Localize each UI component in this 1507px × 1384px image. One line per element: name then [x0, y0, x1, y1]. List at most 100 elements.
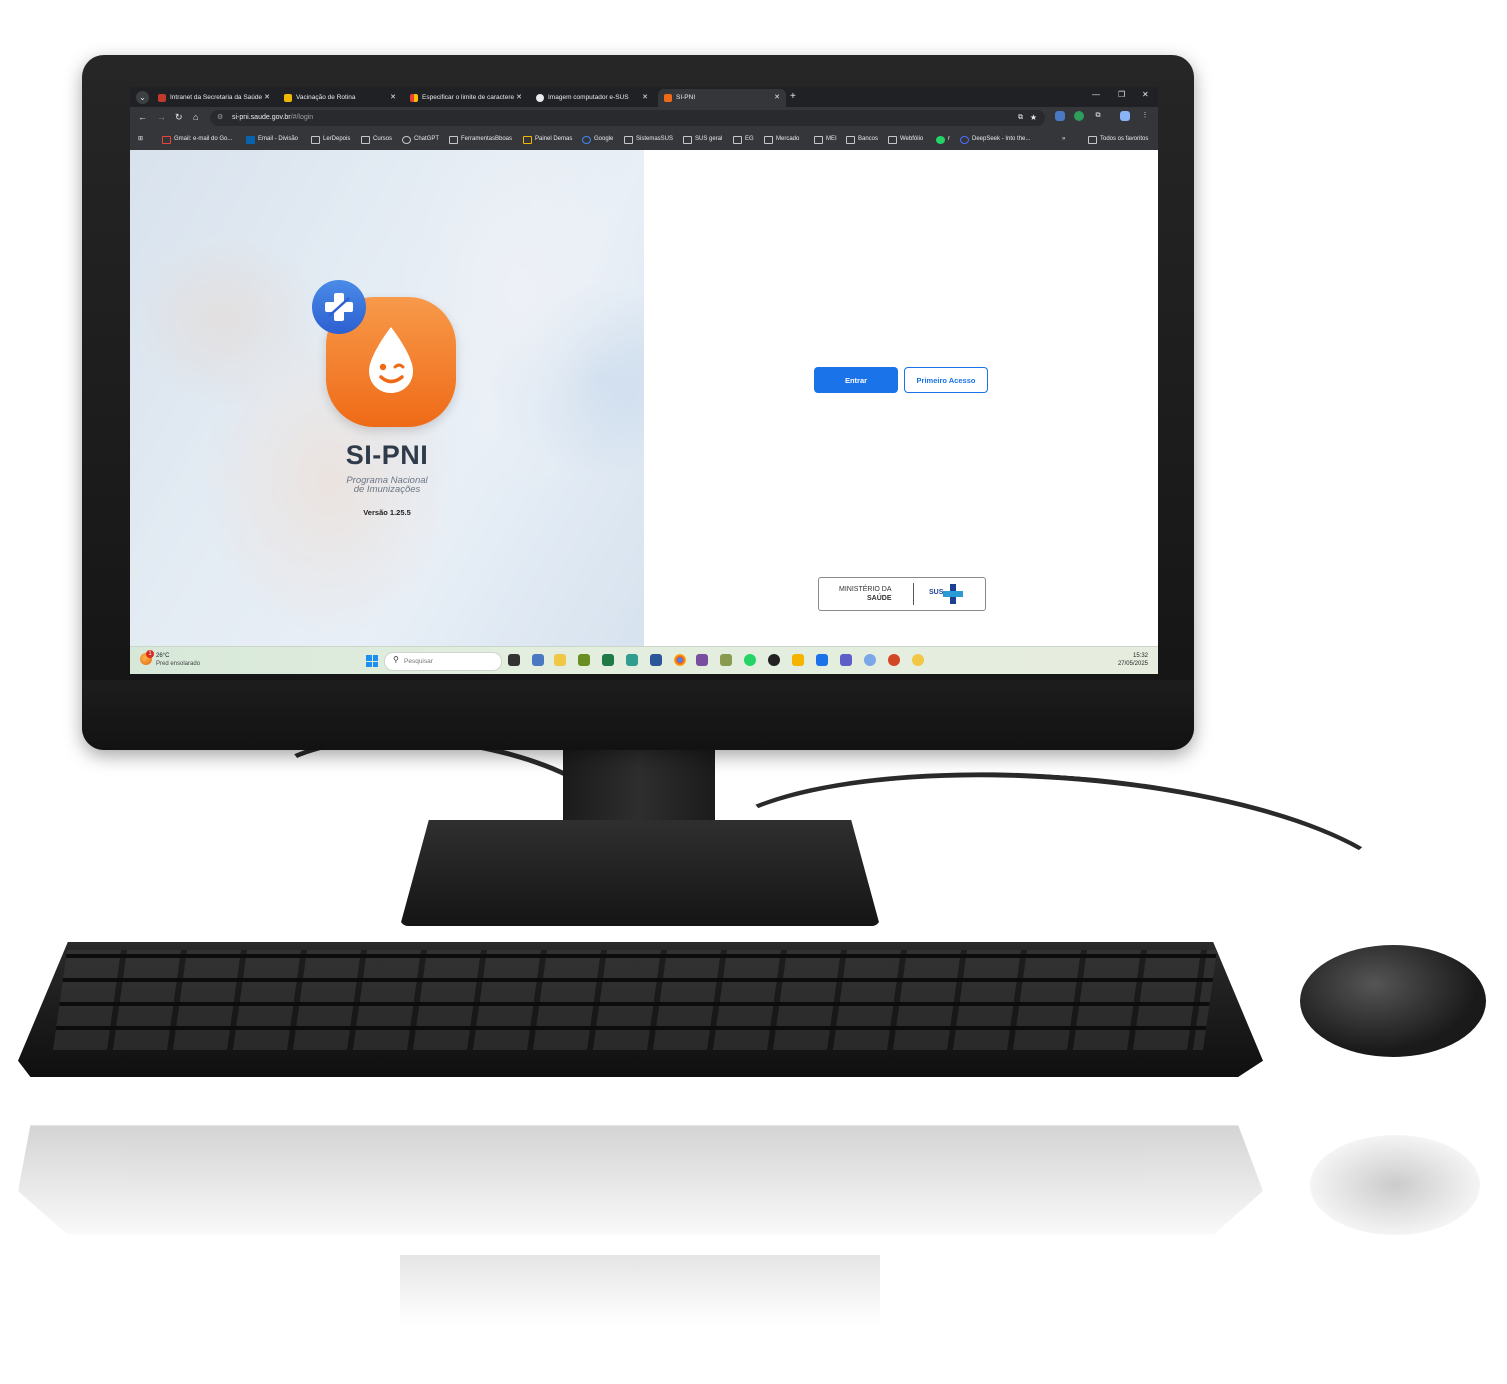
- app-subtitle: Programa Nacional de Imunizações: [130, 476, 644, 495]
- app-subtitle-line2: de Imunizações: [353, 484, 421, 495]
- sticky-notes-icon[interactable]: [792, 654, 804, 666]
- extension-translate-icon[interactable]: [1055, 111, 1065, 121]
- windows-start-icon[interactable]: [366, 655, 378, 667]
- folder-icon: [683, 135, 692, 144]
- sus-label: SUS: [929, 589, 944, 596]
- profile-avatar[interactable]: [1120, 111, 1130, 121]
- menu-kebab-icon[interactable]: ⋮: [1140, 111, 1150, 121]
- bookmark-folder-bancos[interactable]: Bancos: [846, 129, 878, 151]
- reload-icon[interactable]: ↻: [175, 112, 183, 123]
- teams-icon[interactable]: [840, 654, 852, 666]
- close-window-icon[interactable]: ✕: [1142, 90, 1149, 99]
- extensions-puzzle-icon[interactable]: ⧉: [1093, 111, 1103, 121]
- mouse: [1300, 945, 1486, 1057]
- intranet-icon: [158, 94, 166, 102]
- sipni-icon: [664, 94, 672, 102]
- folder-icon: [764, 135, 773, 144]
- tab-especificar[interactable]: Especificar o limite de caractere ✕: [404, 89, 528, 107]
- word-icon[interactable]: [650, 654, 662, 666]
- bookmark-email-divisao[interactable]: Email - Divisão: [246, 129, 298, 151]
- bookmark-folder-lerdepois[interactable]: LerDepois: [311, 129, 350, 151]
- bookmark-folder-susgeral[interactable]: SUS geral: [683, 129, 722, 151]
- github-icon[interactable]: [768, 654, 780, 666]
- bookmark-whatsapp[interactable]: r: [936, 129, 950, 151]
- photos-icon[interactable]: [696, 654, 708, 666]
- bookmarks-bar: ⊞ Gmail: e-mail do Go... Email - Divisão…: [130, 129, 1158, 151]
- whatsapp-icon[interactable]: [744, 654, 756, 666]
- notes-icon[interactable]: [720, 654, 732, 666]
- enter-button[interactable]: Entrar: [814, 367, 898, 393]
- weather-description[interactable]: Pred ensolarado: [156, 661, 200, 667]
- file-explorer-icon[interactable]: [554, 654, 566, 666]
- chatgpt-icon: [536, 94, 544, 102]
- bookmark-folder-ferramentas[interactable]: FerramentasBboas: [449, 129, 512, 151]
- clock-date[interactable]: 27/05/2025: [1118, 661, 1148, 667]
- first-access-button[interactable]: Primeiro Acesso: [904, 367, 988, 393]
- apps-grid-icon[interactable]: ⊞: [138, 129, 143, 150]
- cast-icon[interactable]: ⧉: [1018, 110, 1023, 126]
- sipni-logo: [310, 280, 470, 427]
- new-tab-button[interactable]: +: [790, 89, 796, 105]
- edge-icon[interactable]: [626, 654, 638, 666]
- bookmark-folder-all-favorites[interactable]: Todos os favoritos: [1088, 129, 1148, 151]
- bookmarks-overflow-button[interactable]: »: [1062, 129, 1065, 150]
- bookmark-folder-mei[interactable]: MEI: [814, 129, 837, 151]
- url-path: /#/login: [290, 114, 314, 121]
- forward-icon[interactable]: →: [157, 112, 166, 122]
- bookmark-gmail[interactable]: Gmail: e-mail do Go...: [162, 129, 232, 151]
- app-title: SI-PNI: [345, 440, 429, 470]
- taskbar-search-input[interactable]: [404, 655, 494, 667]
- copilot-icon[interactable]: [864, 654, 876, 666]
- folder-icon: [1088, 135, 1097, 144]
- tab-intranet[interactable]: Intranet da Secretaria da Saúde ✕: [152, 89, 276, 107]
- outlook-icon[interactable]: [532, 654, 544, 666]
- tab-search-button[interactable]: ⌄: [136, 91, 149, 104]
- sus-cross-icon: [943, 584, 963, 604]
- folder-icon: [311, 135, 320, 144]
- site-info-icon[interactable]: ⚙: [217, 110, 223, 126]
- home-icon[interactable]: ⌂: [193, 112, 198, 122]
- bookmark-folder-eg[interactable]: EG: [733, 129, 754, 151]
- monitor-screen: ⌄ Intranet da Secretaria da Saúde ✕ Vaci…: [130, 87, 1158, 674]
- powerpoint-icon[interactable]: [888, 654, 900, 666]
- bookmark-star-icon[interactable]: ★: [1030, 110, 1037, 126]
- minimize-icon[interactable]: —: [1092, 90, 1100, 99]
- task-view-icon[interactable]: [508, 654, 520, 666]
- taskbar-search[interactable]: ⚲: [384, 652, 502, 671]
- bookmark-painel-demas[interactable]: Painel Demas: [523, 129, 572, 151]
- sheet-icon: [410, 94, 418, 102]
- close-tab-icon[interactable]: ✕: [642, 89, 648, 107]
- folder-icon: [888, 135, 897, 144]
- bookmark-folder-sistemassus[interactable]: SistemasSUS: [624, 129, 673, 151]
- bookmark-deepseek[interactable]: DeepSeek - Into the...: [960, 129, 1030, 151]
- excel-icon[interactable]: [602, 654, 614, 666]
- bookmark-google[interactable]: Google: [582, 129, 613, 151]
- chrome-icon[interactable]: [674, 654, 686, 666]
- close-tab-icon[interactable]: ✕: [390, 89, 396, 107]
- login-panel: Entrar Primeiro Acesso MINISTÉRIO DA SAÚ…: [644, 150, 1158, 646]
- bookmark-folder-webfolio[interactable]: Webfólio: [888, 129, 923, 151]
- stand-reflection: [400, 1255, 880, 1325]
- close-tab-icon[interactable]: ✕: [516, 89, 522, 107]
- ministry-line1: MINISTÉRIO DA: [839, 586, 892, 593]
- address-bar[interactable]: ⚙ si-pni.saude.gov.br/#/login ⧉ ★: [210, 110, 1045, 126]
- store-icon[interactable]: [578, 654, 590, 666]
- close-tab-icon[interactable]: ✕: [264, 89, 270, 107]
- bookmark-folder-cursos[interactable]: Cursos: [361, 129, 392, 151]
- outlook-icon: [246, 135, 255, 144]
- weather-temperature[interactable]: 26°C: [156, 653, 169, 659]
- close-tab-icon[interactable]: ✕: [774, 89, 780, 107]
- clock-time[interactable]: 15:32: [1133, 653, 1148, 659]
- tab-sipni[interactable]: SI-PNI ✕: [658, 89, 786, 107]
- bookmark-chatgpt[interactable]: ChatGPT: [402, 129, 439, 151]
- page-content: SI-PNI Programa Nacional de Imunizações …: [130, 150, 1158, 646]
- bookmark-folder-mercado[interactable]: Mercado: [764, 129, 799, 151]
- app-version: Versão 1.25.5: [363, 508, 411, 517]
- extension-green-icon[interactable]: [1074, 111, 1084, 121]
- tab-vacinacao[interactable]: Vacinação de Rotina ✕: [278, 89, 402, 107]
- back-icon[interactable]: ←: [138, 112, 147, 122]
- restore-icon[interactable]: ❐: [1118, 90, 1125, 99]
- power-automate-icon[interactable]: [816, 654, 828, 666]
- tab-imagem[interactable]: Imagem computador e-SUS ✕: [530, 89, 654, 107]
- python-icon[interactable]: [912, 654, 924, 666]
